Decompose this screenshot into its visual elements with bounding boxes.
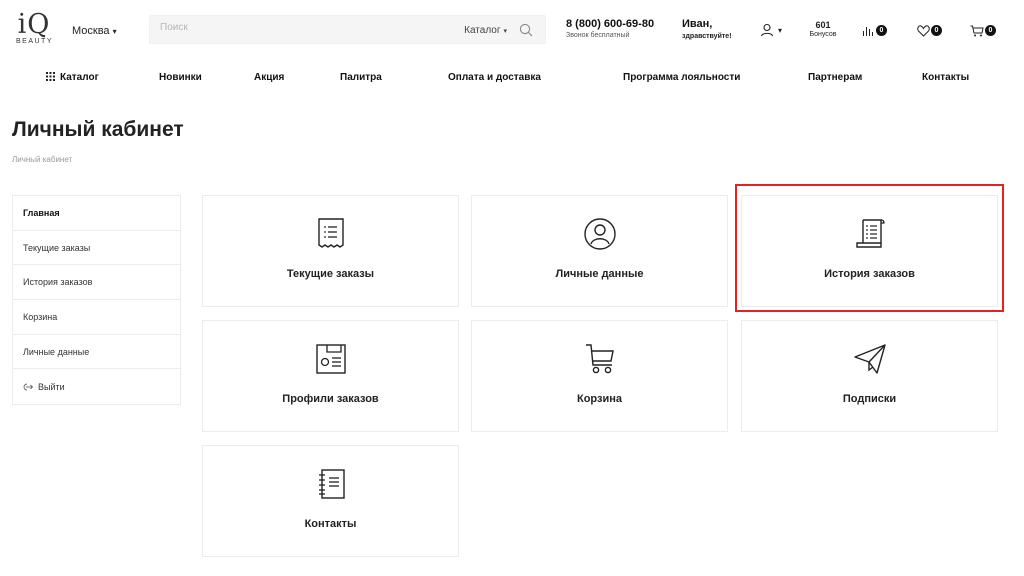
sidebar-item-current-orders[interactable]: Текущие заказы [13, 231, 180, 266]
tile-personal-data[interactable]: Личные данные [471, 195, 728, 307]
sidebar-item-label: Выйти [38, 381, 65, 392]
nav-item-label: Каталог [60, 72, 99, 83]
nav-item-loyalty[interactable]: Программа лояльности [623, 72, 740, 83]
user-circle-icon [583, 218, 616, 250]
highlight-box [735, 184, 1004, 312]
tile-label: Личные данные [555, 268, 644, 280]
nav-item-palette[interactable]: Палитра [340, 72, 382, 83]
heart-icon [917, 25, 930, 37]
sidebar-item-cart[interactable]: Корзина [13, 300, 180, 335]
city-label: Москва [72, 25, 110, 37]
cart-icon [585, 344, 614, 374]
nav-item-contacts[interactable]: Контакты [922, 72, 969, 83]
cart-count-badge: 0 [985, 25, 996, 37]
cart-icon [970, 25, 984, 37]
tile-subscriptions[interactable]: Подписки [741, 320, 998, 432]
nav-item-catalog[interactable]: Каталог [46, 72, 99, 83]
logout-icon [23, 383, 33, 391]
tile-order-profiles[interactable]: Профили заказов [202, 320, 459, 432]
chevron-down-icon[interactable]: ▾ [778, 26, 782, 35]
logo-mark: iQ [17, 9, 51, 40]
sidebar-item-home[interactable]: Главная [13, 196, 180, 231]
bonus-count: 601 [815, 20, 831, 30]
phone-number: 8 (800) 600-69-80 [566, 18, 655, 30]
paper-plane-icon [853, 344, 886, 374]
phone-note: Звонок бесплатный [566, 32, 630, 39]
chevron-down-icon: ▾ [112, 27, 117, 36]
greeting-text: здравствуйте! [682, 33, 732, 40]
user-icon[interactable] [760, 23, 774, 37]
search-category-select[interactable]: Каталог ▾ [464, 25, 507, 36]
breadcrumb[interactable]: Личный кабинет [12, 155, 72, 164]
favorites-count-badge: 0 [931, 25, 942, 37]
tile-label: Профили заказов [282, 393, 379, 405]
profile-card-icon [315, 344, 346, 374]
address-book-icon [318, 469, 345, 499]
tile-label: Контакты [304, 518, 357, 530]
nav-item-new[interactable]: Новинки [159, 72, 202, 83]
favorites-button[interactable]: 0 [917, 22, 942, 38]
nav-item-partners[interactable]: Партнерам [808, 72, 862, 83]
city-selector[interactable]: Москва ▾ [72, 25, 117, 37]
bar-chart-icon [863, 26, 873, 36]
tile-cart[interactable]: Корзина [471, 320, 728, 432]
search-icon[interactable] [519, 23, 533, 37]
tile-label: Корзина [577, 393, 622, 405]
user-name: Иван, [682, 18, 713, 30]
main-nav: Каталог Новинки Акция Палитра Оплата и д… [0, 66, 1024, 90]
compare-button[interactable]: 0 [862, 22, 887, 38]
search-input[interactable] [160, 22, 440, 33]
nav-item-sale[interactable]: Акция [254, 72, 284, 83]
account-sidebar: Главная Текущие заказы История заказов К… [12, 195, 181, 406]
page-title: Личный кабинет [12, 118, 184, 141]
receipt-icon [317, 218, 344, 248]
site-header: iQ BEAUTY Москва▾ Каталог▾ 8 (800) 600-6… [0, 0, 1024, 62]
phone-block[interactable]: 8 (800) 600-69-80 Звонок бесплатный [566, 18, 654, 39]
sidebar-item-order-history[interactable]: История заказов [13, 265, 180, 301]
tile-contacts[interactable]: Контакты [202, 445, 459, 557]
chevron-down-icon: ▾ [503, 28, 507, 35]
sidebar-item-personal-data[interactable]: Личные данные [13, 335, 180, 370]
search-bar: Каталог▾ [149, 15, 546, 44]
tile-current-orders[interactable]: Текущие заказы [202, 195, 459, 307]
compare-count-badge: 0 [876, 25, 887, 37]
tile-label: Текущие заказы [286, 268, 375, 280]
site-logo[interactable]: iQ BEAUTY [16, 11, 52, 51]
cart-button[interactable]: 0 [970, 22, 996, 38]
logo-wordmark: BEAUTY [16, 38, 54, 45]
sidebar-item-logout[interactable]: Выйти [13, 369, 180, 404]
grid-icon [46, 72, 55, 81]
bonus-counter[interactable]: 601 Бонусов [806, 20, 840, 38]
tile-label: Подписки [842, 393, 897, 405]
bonus-label: Бонусов [809, 31, 837, 38]
user-greeting: Иван, здравствуйте! [682, 18, 732, 40]
nav-item-payment-delivery[interactable]: Оплата и доставка [448, 72, 541, 83]
search-category-label: Каталог [464, 25, 501, 36]
